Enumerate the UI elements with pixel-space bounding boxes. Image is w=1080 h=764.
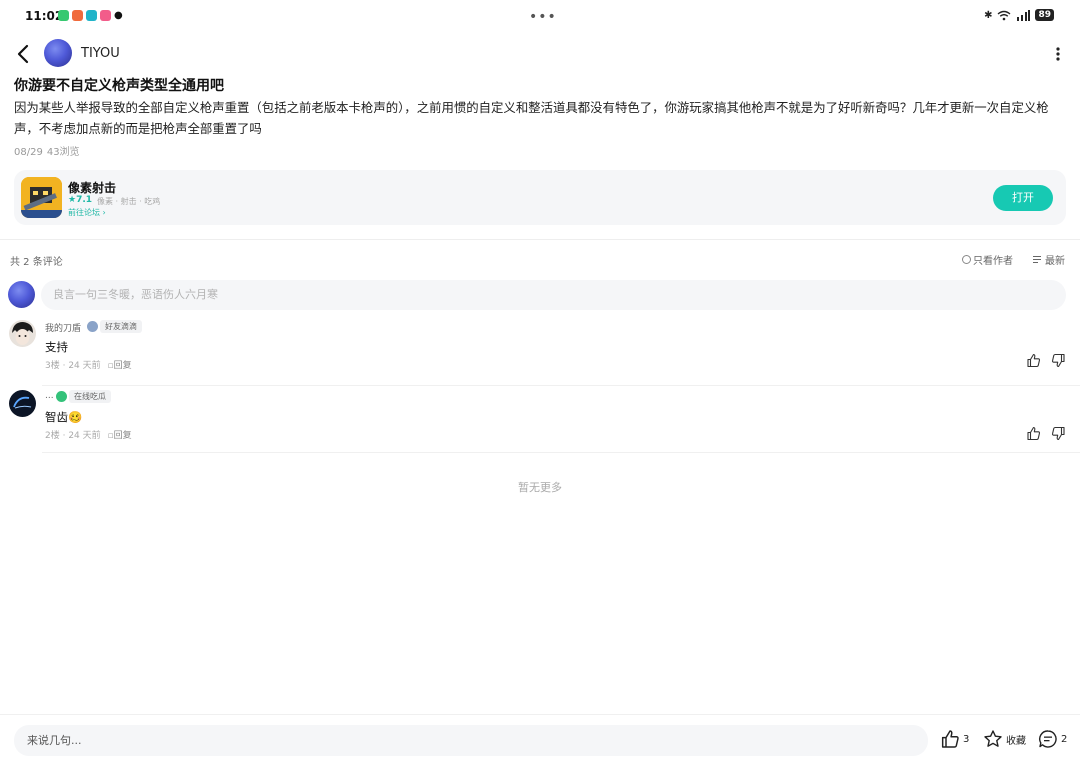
reply-button[interactable]: 回复 — [114, 361, 132, 371]
comment-time: 24 天前 — [68, 361, 101, 371]
post-meta: 08/29 43浏览 — [14, 143, 84, 158]
battery-icon: 89 — [1035, 9, 1054, 21]
commenter-avatar[interactable] — [9, 390, 36, 417]
comment-bubble-icon — [1039, 730, 1057, 748]
comment-text: 智齿🥴 — [45, 410, 83, 424]
commenter-name[interactable]: 我的刀盾 — [45, 321, 81, 334]
game-icon — [21, 177, 62, 218]
bottom-comment-input[interactable]: 来说几句... — [14, 725, 928, 756]
like-count: 3 — [963, 733, 970, 745]
app-notification-icon — [72, 10, 83, 21]
comment-meta: 3楼 · 24 天前 ▫回复 — [45, 361, 132, 371]
bluetooth-icon: ✱ — [984, 9, 993, 21]
sort-filter[interactable]: 最新 — [1033, 252, 1065, 267]
post-title: 你游要不自定义枪声类型全通用吧 — [14, 78, 224, 94]
sort-list-icon — [1033, 256, 1041, 263]
app-notification-icon — [58, 10, 69, 21]
back-arrow-icon[interactable] — [12, 42, 36, 66]
game-tags: 像素 · 射击 · 吃鸡 — [97, 197, 161, 206]
multitask-dots[interactable]: ••• — [529, 9, 557, 25]
like-button[interactable]: 3 — [940, 729, 969, 749]
bottom-bar: 来说几句... 3 收藏 2 — [0, 714, 1080, 764]
post-views: 43浏览 — [46, 147, 80, 158]
commenter-avatar[interactable] — [9, 320, 36, 347]
author-name[interactable]: TIYOU — [81, 46, 120, 61]
comment-meta: 2楼 · 24 天前 ▫回复 — [45, 431, 132, 441]
sort-label: 最新 — [1045, 256, 1065, 267]
my-avatar — [8, 281, 35, 308]
game-forum-link[interactable]: 前往论坛 › — [68, 207, 106, 218]
top-bar: TIYOU — [0, 36, 1080, 72]
user-badge: 好友滴滴 — [100, 320, 142, 333]
game-forum-label: 前往论坛 — [68, 208, 100, 217]
comment-floor: 3楼 — [45, 361, 60, 371]
section-divider — [0, 239, 1080, 240]
status-indicators: ✱ 89 — [984, 9, 1054, 21]
badge-icon — [56, 391, 67, 402]
wifi-icon — [998, 10, 1011, 20]
game-name: 像素射击 — [68, 181, 117, 195]
comment-item: 我的刀盾 好友滴滴 支持 3楼 · 24 天前 ▫回复 — [0, 316, 1080, 386]
favorite-label: 收藏 — [1006, 735, 1026, 747]
comment-count-bottom: 2 — [1061, 733, 1068, 745]
comment-item: ... 在线吃瓜 智齿🥴 2楼 · 24 天前 ▫回复 — [0, 386, 1080, 453]
user-badge: 在线吃瓜 — [69, 390, 111, 403]
radio-circle-icon — [962, 255, 971, 264]
open-game-button[interactable]: 打开 — [993, 185, 1053, 211]
signal-icon — [1017, 9, 1031, 21]
status-bar: 11:02 ● ••• ✱ 89 — [0, 0, 1080, 32]
game-rating: ★7.1 — [68, 195, 93, 205]
app-notification-icon — [86, 10, 97, 21]
author-only-label: 只看作者 — [973, 256, 1013, 267]
star-icon — [984, 730, 1002, 747]
thumbs-up-icon[interactable] — [1026, 353, 1041, 368]
comment-text: 支持 — [45, 340, 68, 354]
commenter-name[interactable]: ... — [45, 391, 54, 401]
thumbs-up-icon — [941, 730, 959, 748]
comment-button[interactable]: 2 — [1038, 729, 1067, 749]
chevron-right-icon: › — [102, 208, 106, 217]
comment-input[interactable]: 良言一句三冬暖，恶语伤人六月寒 — [41, 280, 1066, 310]
no-more-label: 暂无更多 — [518, 481, 562, 494]
thumbs-down-icon[interactable] — [1051, 426, 1066, 441]
comment-time: 24 天前 — [68, 431, 101, 441]
author-avatar[interactable] — [44, 39, 72, 67]
comment-divider — [42, 452, 1080, 453]
game-card[interactable]: 像素射击 ★7.1 像素 · 射击 · 吃鸡 前往论坛 › 打开 — [14, 170, 1066, 225]
qq-icon: ● — [114, 10, 123, 21]
comment-count: 共 2 条评论 — [10, 257, 63, 268]
app-notification-icon — [100, 10, 111, 21]
more-options-icon[interactable] — [1050, 44, 1066, 64]
badge-icon — [87, 321, 98, 332]
post-date: 08/29 — [14, 147, 43, 158]
status-app-icons: ● — [58, 10, 123, 21]
favorite-button[interactable]: 收藏 — [983, 729, 1026, 749]
thumbs-down-icon[interactable] — [1051, 353, 1066, 368]
comment-floor: 2楼 — [45, 431, 60, 441]
author-only-filter[interactable]: 只看作者 — [962, 252, 1013, 267]
post-body: 因为某些人举报导致的全部自定义枪声重置（包括之前老版本卡枪声的），之前用惯的自定… — [14, 100, 1049, 136]
thumbs-up-icon[interactable] — [1026, 426, 1041, 441]
reply-button[interactable]: 回复 — [114, 431, 132, 441]
